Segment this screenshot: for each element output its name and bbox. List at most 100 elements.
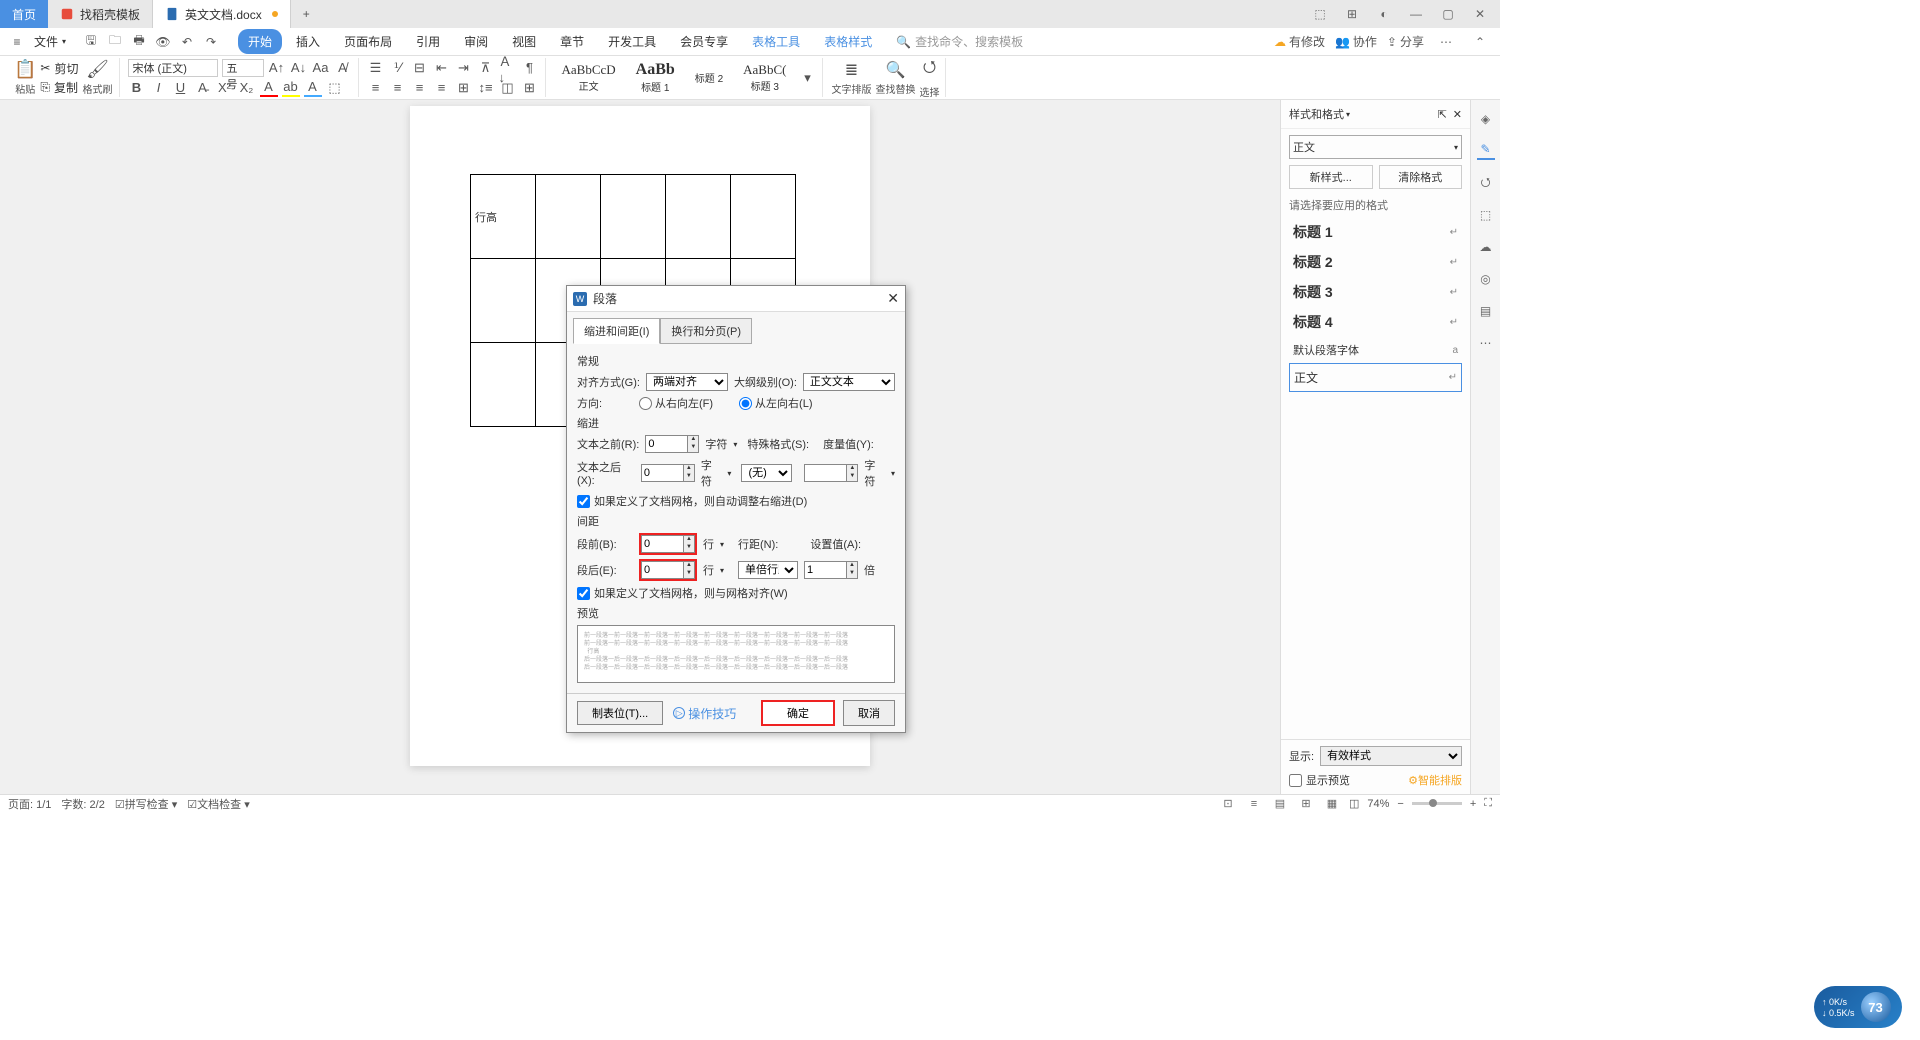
has-changes[interactable]: ☁有修改	[1274, 33, 1325, 50]
style-item-default-font[interactable]: 默认段落字体a	[1289, 337, 1462, 363]
style-more-icon[interactable]: ▾	[798, 69, 816, 87]
tab-insert[interactable]: 插入	[286, 29, 330, 54]
minimize-button[interactable]: —	[1404, 4, 1428, 24]
rt-select-icon[interactable]: ⬚	[1477, 206, 1495, 224]
format-painter[interactable]: 🖌格式刷	[83, 59, 113, 96]
tab-table-tools[interactable]: 表格工具	[742, 29, 810, 54]
tab-start[interactable]: 开始	[238, 29, 282, 54]
shading-icon[interactable]: ◫	[499, 79, 517, 97]
share-button[interactable]: ⇪分享	[1387, 33, 1424, 50]
tab-layout[interactable]: 页面布局	[334, 29, 402, 54]
measure-spinner[interactable]: ▲▼	[804, 464, 858, 482]
superscript-icon[interactable]: X²	[216, 79, 234, 97]
tab-document[interactable]: 英文文档.docx	[153, 0, 291, 28]
cancel-button[interactable]: 取消	[843, 700, 895, 726]
zoom-in-icon[interactable]: +	[1470, 798, 1476, 810]
fullscreen-icon[interactable]: ⛶	[1484, 797, 1492, 810]
dialog-close-button[interactable]: ✕	[887, 290, 899, 307]
show-marks-icon[interactable]: ¶	[521, 59, 539, 77]
network-badge[interactable]: ↑ 0K/s ↓ 0.5K/s 73	[1814, 986, 1902, 1028]
font-name-select[interactable]: 宋体 (正文)	[128, 59, 218, 77]
close-button[interactable]: ✕	[1468, 4, 1492, 24]
char-shading-icon[interactable]: A	[304, 79, 322, 97]
dialog-tab-indent[interactable]: 缩进和间距(I)	[573, 318, 660, 344]
rt-more-icon[interactable]: ⋯	[1477, 334, 1495, 352]
tips-link[interactable]: ▷操作技巧	[673, 705, 736, 722]
before-text-spinner[interactable]: ▲▼	[645, 435, 699, 453]
current-style-select[interactable]: 正文▾	[1289, 135, 1462, 159]
copy-button[interactable]: ⎘复制	[40, 79, 78, 96]
tab-member[interactable]: 会员专享	[670, 29, 738, 54]
view-mode5-icon[interactable]: ▦	[1323, 795, 1341, 813]
tabstop-button[interactable]: 制表位(T)...	[577, 701, 663, 725]
char-border-icon[interactable]: ⬚	[326, 79, 344, 97]
saveas-icon[interactable]: 🗀	[106, 33, 124, 51]
show-preview-check[interactable]: 显示预览	[1289, 772, 1350, 788]
subscript-icon[interactable]: X₂	[238, 79, 256, 97]
after-para-spinner[interactable]: ▲▼	[639, 559, 697, 581]
rt-diamond-icon[interactable]: ◈	[1477, 110, 1495, 128]
dialog-tab-wrap[interactable]: 换行和分页(P)	[660, 318, 752, 344]
dialog-titlebar[interactable]: W 段落 ✕	[567, 286, 905, 312]
rt-book-icon[interactable]: ▤	[1477, 302, 1495, 320]
save-icon[interactable]: 🖫	[82, 33, 100, 51]
align-select[interactable]: 两端对齐	[646, 373, 728, 391]
bullets-icon[interactable]: ☰	[367, 59, 385, 77]
collapse-icon[interactable]: ⌃	[1468, 32, 1492, 52]
tab-reference[interactable]: 引用	[406, 29, 450, 54]
preview-icon[interactable]: 👁	[154, 33, 172, 51]
font-color-icon[interactable]: A	[260, 79, 278, 97]
highlight-icon[interactable]: ab	[282, 79, 300, 97]
grow-font-icon[interactable]: A↑	[268, 59, 286, 77]
apps-icon[interactable]: ⊞	[1340, 4, 1364, 24]
strike-icon[interactable]: A̵	[194, 79, 212, 97]
view-mode1-icon[interactable]: ⊡	[1219, 795, 1237, 813]
print-icon[interactable]: 🖶	[130, 33, 148, 51]
find-replace-button[interactable]: 🔍查找替换	[875, 60, 915, 96]
font-size-select[interactable]: 五号	[222, 59, 264, 77]
tab-chapter[interactable]: 章节	[550, 29, 594, 54]
cut-button[interactable]: ✂剪切	[40, 60, 78, 77]
bold-icon[interactable]: B	[128, 79, 146, 97]
clear-format-button[interactable]: 清除格式	[1379, 165, 1463, 189]
smart-layout-link[interactable]: ⚙智能排版	[1408, 772, 1462, 788]
rt-pencil-icon[interactable]: ✎	[1477, 142, 1495, 160]
style-item-h1[interactable]: 标题 1↵	[1289, 217, 1462, 247]
layout-icon[interactable]: ⬚	[1308, 4, 1332, 24]
style-item-h2[interactable]: 标题 2↵	[1289, 247, 1462, 277]
rt-cloud-icon[interactable]: ☁	[1477, 238, 1495, 256]
style-h1[interactable]: AaBb标题 1	[628, 59, 683, 96]
style-item-body[interactable]: 正文↵	[1289, 363, 1462, 392]
maximize-button[interactable]: ▢	[1436, 4, 1460, 24]
tab-table-style[interactable]: 表格样式	[814, 29, 882, 54]
increase-indent-icon[interactable]: ⇥	[455, 59, 473, 77]
undo-icon[interactable]: ↶	[178, 33, 196, 51]
auto-indent-check[interactable]: 如果定义了文档网格，则自动调整右缩进(D)	[577, 493, 895, 509]
coop-button[interactable]: 👥协作	[1335, 33, 1377, 50]
after-text-spinner[interactable]: ▲▼	[641, 464, 695, 482]
pin-icon[interactable]: ⇱	[1438, 108, 1447, 121]
new-tab-button[interactable]: +	[291, 0, 322, 28]
outline-select[interactable]: 正文文本	[803, 373, 895, 391]
ok-button[interactable]: 确定	[761, 700, 835, 726]
view-mode3-icon[interactable]: ▤	[1271, 795, 1289, 813]
underline-icon[interactable]: U	[172, 79, 190, 97]
grid-align-check[interactable]: 如果定义了文档网格，则与网格对齐(W)	[577, 585, 895, 601]
select-button[interactable]: ⭯选择	[919, 56, 939, 99]
line-spacing-icon[interactable]: ↕≡	[477, 79, 495, 97]
align-right-icon[interactable]: ≡	[411, 79, 429, 97]
user-icon[interactable]: ◐	[1372, 4, 1396, 24]
borders-icon[interactable]: ⊞	[521, 79, 539, 97]
more-icon[interactable]: ⋯	[1434, 32, 1458, 52]
sort-icon[interactable]: Ａ↓	[499, 59, 517, 77]
tab-home[interactable]: 首页	[0, 0, 48, 28]
spell-check[interactable]: ☑拼写检查 ▾	[115, 796, 177, 812]
panel-close-icon[interactable]: ✕	[1453, 108, 1462, 121]
view-mode4-icon[interactable]: ⊞	[1297, 795, 1315, 813]
rt-location-icon[interactable]: ◎	[1477, 270, 1495, 288]
special-select[interactable]: (无)	[741, 464, 792, 482]
style-h2[interactable]: 标题 2	[687, 68, 731, 87]
file-menu[interactable]: 文件▾	[28, 33, 72, 50]
word-count[interactable]: 字数: 2/2	[61, 796, 104, 812]
table-cell[interactable]: 行高	[471, 175, 536, 259]
